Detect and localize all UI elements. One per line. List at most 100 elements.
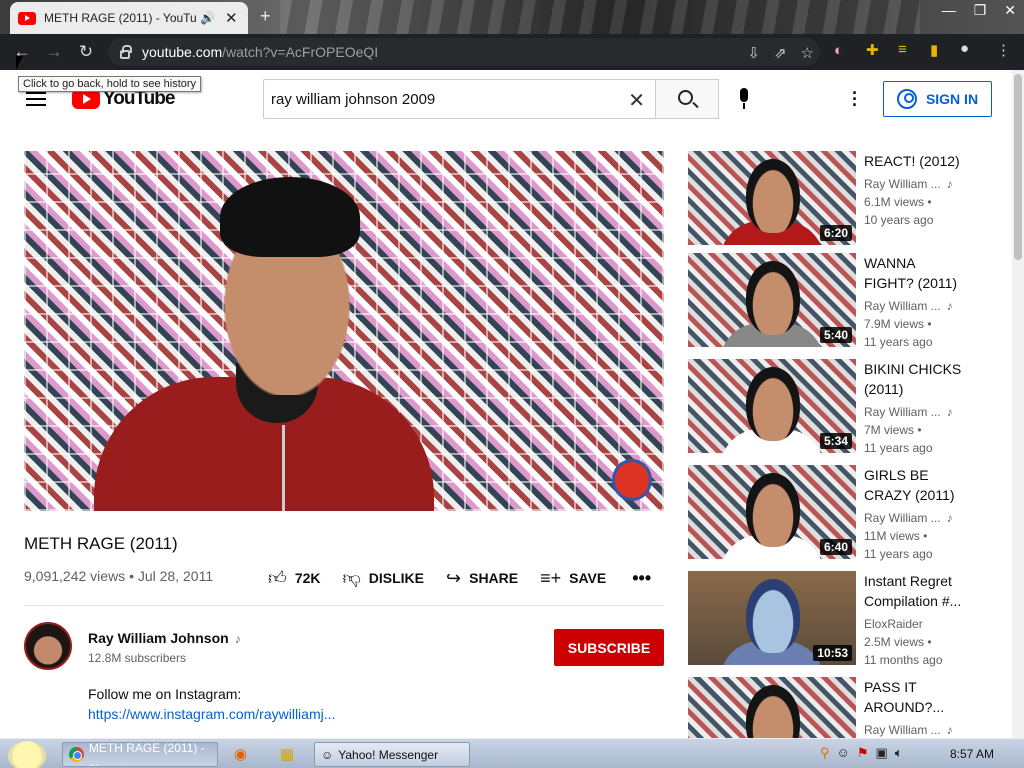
related-title[interactable]: PASS IT AROUND?... (864, 677, 972, 717)
search-input[interactable]: ray william johnson 2009 ✕ (263, 79, 656, 119)
search-query: ray william johnson 2009 (271, 90, 436, 108)
start-button-icon[interactable] (8, 741, 46, 768)
related-title[interactable]: WANNA FIGHT? (2011) (864, 253, 972, 293)
dislike-button[interactable]: 👎︎ DISLIKE (343, 567, 425, 589)
music-note-icon: ♪ (946, 177, 953, 191)
menu-hamburger-icon[interactable] (26, 92, 46, 106)
video-title: METH RAGE (2011) (24, 534, 178, 553)
url-host: youtube.com (142, 44, 223, 60)
yahoo-tray-icon[interactable]: ☺ (837, 745, 850, 761)
side-panel-icon[interactable]: ▮ (930, 41, 938, 59)
browser-tab[interactable]: METH RAGE (2011) - YouTube 🔊 ✕ (10, 2, 248, 34)
related-thumbnail[interactable]: 6:20 (688, 151, 856, 245)
related-views: 7.9M views • (864, 317, 932, 331)
new-tab-button[interactable]: + (260, 6, 271, 27)
related-channel[interactable]: Ray William ... ♪ (864, 511, 953, 525)
video-player[interactable] (24, 151, 664, 511)
media-control-icon[interactable]: ≡ (898, 41, 907, 58)
description-text: Follow me on Instagram: (88, 686, 242, 702)
tab-title: METH RAGE (2011) - YouTube (44, 11, 196, 25)
duration-badge: 5:40 (819, 327, 852, 343)
channel-name[interactable]: Ray William Johnson ♪ (88, 630, 241, 646)
related-thumbnail[interactable] (688, 677, 856, 738)
related-thumbnail[interactable]: 6:40 (688, 465, 856, 559)
volume-icon[interactable]: 🔈︎ (895, 745, 903, 761)
taskbar-chrome-button[interactable]: METH RAGE (2011) - ... (62, 741, 218, 768)
page-scrollbar[interactable] (1012, 70, 1024, 738)
more-options-icon[interactable]: · · · (852, 84, 858, 114)
taskbar-yahoo-button[interactable]: ☺ Yahoo! Messenger (314, 742, 470, 767)
share-page-icon[interactable]: ⇗ (774, 44, 787, 62)
like-button[interactable]: 👍︎ 72K (268, 567, 321, 589)
related-video[interactable]: 10:53 Instant Regret Compilation #... Elo… (688, 571, 1012, 667)
save-button[interactable]: ≡+ SAVE (540, 568, 606, 589)
tab-close-icon[interactable]: ✕ (225, 9, 238, 27)
taskbar-clock: 8:57 AM (950, 747, 995, 761)
bookmark-star-icon[interactable]: ☆ (801, 44, 814, 62)
reload-icon[interactable]: ↻ (70, 42, 102, 62)
related-channel[interactable]: EloxRaider (864, 617, 923, 631)
forward-arrow-icon[interactable]: → (38, 42, 70, 62)
address-bar[interactable]: youtube.com/watch?v=AcFrOPEOeQI ⇩ ⇗ ☆ (108, 38, 820, 66)
related-channel[interactable]: Ray William ... ♪ (864, 299, 953, 313)
related-channel[interactable]: Ray William ... ♪ (864, 405, 953, 419)
profile-avatar-icon[interactable]: ● (960, 40, 969, 57)
security-flag-icon[interactable]: ⚑ (857, 745, 869, 761)
related-views: 6.1M views • (864, 195, 932, 209)
more-actions-icon[interactable]: ••• (632, 568, 651, 589)
browser-menu-icon[interactable]: ⋮ (996, 41, 1011, 59)
channel-name-text: Ray William Johnson (88, 630, 229, 646)
related-video[interactable]: 5:34 BIKINI CHICKS (2011) Ray William ...… (688, 359, 1012, 455)
channel-subscribers: 12.8M subscribers (88, 651, 187, 665)
save-label: SAVE (569, 570, 607, 586)
minimize-icon[interactable]: — (942, 2, 956, 19)
related-video[interactable]: 6:40 GIRLS BE CRAZY (2011) Ray William ..… (688, 465, 1012, 561)
related-thumbnail[interactable]: 10:53 (688, 571, 856, 665)
music-note-icon: ♪ (946, 723, 953, 737)
related-thumbnail[interactable]: 5:34 (688, 359, 856, 453)
microphone-icon[interactable] (738, 88, 750, 110)
divider (24, 605, 664, 606)
related-video[interactable]: PASS IT AROUND?... Ray William ... ♪ (688, 677, 1012, 738)
network-icon[interactable]: ▣ (875, 745, 887, 761)
share-button[interactable]: ↪ SHARE (446, 568, 518, 589)
lock-icon[interactable] (120, 44, 132, 59)
youtube-favicon-icon (18, 11, 36, 25)
install-icon[interactable]: ⇩ (747, 44, 760, 62)
speaker-icon[interactable]: 🔊 (200, 11, 215, 25)
related-title[interactable]: Instant Regret Compilation #... (864, 571, 972, 611)
folder-icon[interactable]: ▦ (280, 745, 294, 763)
profile-flag-icon[interactable]: ◐ (834, 42, 843, 59)
related-video[interactable]: 6:20 REACT! (2012) Ray William ... ♪ 6.1M… (688, 151, 1012, 245)
related-video[interactable]: 5:40 WANNA FIGHT? (2011) Ray William ... ♪… (688, 253, 1012, 349)
subscribe-button[interactable]: SUBSCRIBE (554, 629, 664, 666)
related-channel[interactable]: Ray William ... ♪ (864, 723, 953, 737)
channel-watermark-icon[interactable] (612, 459, 652, 501)
related-channel[interactable]: Ray William ... ♪ (864, 177, 953, 191)
related-title[interactable]: BIKINI CHICKS (2011) (864, 359, 972, 399)
search-button[interactable] (655, 79, 719, 119)
duration-badge: 6:40 (819, 539, 852, 555)
channel-avatar[interactable] (24, 622, 72, 670)
close-window-icon[interactable]: ✕ (1004, 2, 1016, 19)
duration-badge: 5:34 (819, 433, 852, 449)
clear-search-icon[interactable]: ✕ (628, 88, 645, 113)
yahoo-smiley-icon: ☺ (321, 747, 334, 762)
sign-in-button[interactable]: SIGN IN (883, 81, 992, 117)
search-tray-icon[interactable]: ⚲ (820, 745, 830, 761)
thumbs-up-icon: 👍︎ (268, 568, 287, 588)
thumbs-down-icon: 👎︎ (342, 568, 361, 588)
firefox-icon[interactable]: ◉ (234, 745, 247, 763)
related-title[interactable]: REACT! (2012) (864, 151, 972, 171)
duration-badge: 10:53 (813, 645, 852, 661)
scrollbar-thumb[interactable] (1014, 74, 1022, 260)
related-title[interactable]: GIRLS BE CRAZY (2011) (864, 465, 972, 505)
video-zipper (282, 425, 285, 511)
restore-icon[interactable]: ❐ (974, 2, 987, 19)
share-label: SHARE (469, 570, 519, 586)
description-link[interactable]: https://www.instagram.com/raywilliamj... (88, 706, 335, 722)
music-note-icon: ♪ (946, 405, 953, 419)
back-tooltip: Click to go back, hold to see history (18, 76, 202, 92)
extensions-puzzle-icon[interactable]: ✚ (866, 41, 879, 59)
related-thumbnail[interactable]: 5:40 (688, 253, 856, 347)
